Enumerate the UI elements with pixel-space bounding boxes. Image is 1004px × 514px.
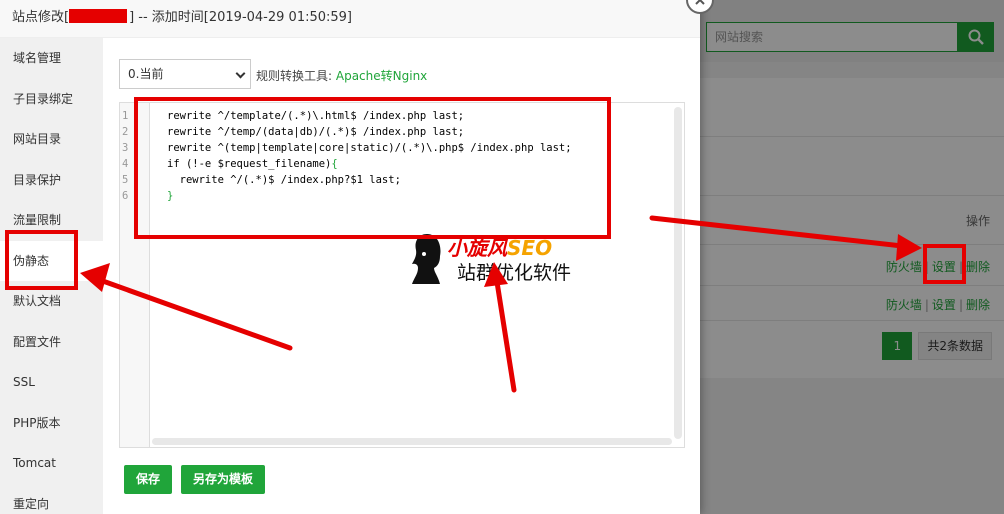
watermark-subtitle: 站群优化软件 bbox=[457, 262, 572, 284]
editor-vertical-scrollbar[interactable] bbox=[674, 107, 682, 439]
portrait-logo-icon bbox=[412, 234, 441, 284]
convert-tool: 规则转换工具: Apache转Nginx bbox=[256, 67, 427, 84]
save-as-template-button[interactable]: 另存为模板 bbox=[181, 465, 266, 494]
apache-to-nginx-link[interactable]: Apache转Nginx bbox=[336, 69, 427, 83]
sidebar-item-dir-protect[interactable]: 目录保护 bbox=[0, 160, 103, 201]
chevron-down-icon bbox=[235, 68, 246, 79]
sidebar-item-redirect[interactable]: 重定向 bbox=[0, 484, 103, 514]
sidebar-item-config-file[interactable]: 配置文件 bbox=[0, 322, 103, 363]
annotation-box-settings bbox=[923, 244, 966, 284]
site-edit-modal: 站点修改[ ] -- 添加时间[2019-04-29 01:50:59] 域名管理… bbox=[0, 0, 700, 514]
modal-title-prefix: 站点修改[ bbox=[12, 10, 70, 25]
watermark-brand-cn: 小旋风 bbox=[447, 236, 507, 260]
annotation-box-code bbox=[134, 97, 611, 239]
close-icon bbox=[695, 0, 705, 5]
modal-title-suffix: ] -- 添加时间[2019-04-29 01:50:59] bbox=[129, 10, 353, 25]
sidebar-item-domain[interactable]: 域名管理 bbox=[0, 38, 103, 79]
rewrite-template-select[interactable]: 0.当前 bbox=[119, 59, 251, 89]
editor-horizontal-scrollbar[interactable] bbox=[152, 438, 672, 445]
sidebar-item-site-dir[interactable]: 网站目录 bbox=[0, 119, 103, 160]
save-button[interactable]: 保存 bbox=[124, 465, 173, 494]
sidebar-item-tomcat[interactable]: Tomcat bbox=[0, 443, 103, 484]
sidebar-item-subdir-binding[interactable]: 子目录绑定 bbox=[0, 79, 103, 120]
sidebar-item-php-version[interactable]: PHP版本 bbox=[0, 403, 103, 444]
modal-title: 站点修改[ ] -- 添加时间[2019-04-29 01:50:59] bbox=[0, 0, 700, 38]
redaction-bar bbox=[69, 9, 128, 23]
annotation-box-rewrite-tab bbox=[5, 230, 78, 290]
select-value: 0.当前 bbox=[128, 67, 164, 81]
convert-tool-label: 规则转换工具: bbox=[256, 69, 333, 83]
sidebar-item-ssl[interactable]: SSL bbox=[0, 362, 103, 403]
watermark-brand-seo: SEO bbox=[507, 236, 553, 260]
